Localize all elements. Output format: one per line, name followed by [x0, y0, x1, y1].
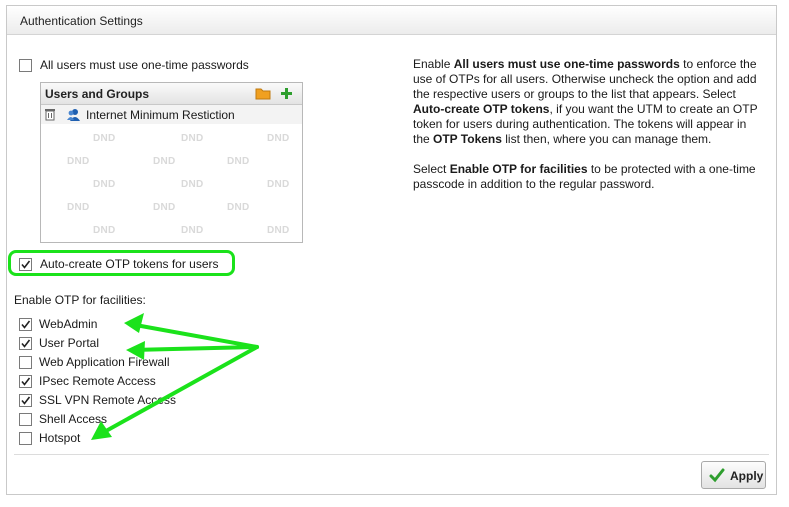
help-text: Enable All users must use one-time passw… [413, 57, 765, 207]
checkmark-icon [21, 320, 31, 329]
help-emphasis: Auto-create OTP tokens [413, 102, 550, 116]
help-text-run: Enable [413, 57, 454, 71]
plus-icon[interactable] [280, 87, 293, 100]
users-groups-box: Users and Groups Internet Minimum Restic… [40, 82, 303, 243]
facility-label: WebAdmin [39, 317, 98, 331]
facility-checkbox[interactable] [19, 432, 32, 445]
folder-icon[interactable] [255, 87, 271, 100]
dnd-placeholder: DND [67, 156, 90, 167]
dnd-placeholder: DND [181, 179, 204, 190]
help-paragraph: Enable All users must use one-time passw… [413, 57, 765, 147]
auto-create-otp-label[interactable]: Auto-create OTP tokens for users [40, 257, 219, 271]
apply-button[interactable]: Apply [701, 461, 766, 489]
facility-checkbox[interactable] [19, 337, 32, 350]
users-groups-header: Users and Groups [41, 83, 302, 105]
facility-label: User Portal [39, 336, 100, 350]
help-emphasis: Enable OTP for facilities [449, 162, 588, 176]
all-users-otp-label[interactable]: All users must use one-time passwords [40, 58, 249, 72]
help-text-run: list then, where you can manage them. [501, 132, 712, 146]
facility-checkbox[interactable] [19, 394, 32, 407]
facility-checkbox[interactable] [19, 318, 32, 331]
facilities-heading: Enable OTP for facilities: [14, 293, 146, 307]
help-emphasis: All users must use one-time passwords [453, 57, 680, 71]
dnd-placeholder: DND [93, 133, 116, 144]
dnd-placeholder: DND [153, 156, 176, 167]
dnd-placeholder: DND [267, 133, 290, 144]
help-emphasis: OTP Tokens [433, 132, 502, 146]
dnd-placeholder: DND [267, 225, 290, 236]
dnd-placeholder: DND [227, 202, 250, 213]
divider [14, 454, 769, 455]
trash-icon[interactable] [45, 108, 55, 121]
checkmark-icon [709, 468, 725, 483]
facility-label: Web Application Firewall [39, 355, 170, 369]
dnd-placeholder: DND [267, 179, 290, 190]
apply-button-label: Apply [730, 469, 764, 483]
facility-label: SSL VPN Remote Access [39, 393, 176, 407]
dnd-placeholder: DND [153, 202, 176, 213]
users-groups-title: Users and Groups [45, 87, 150, 101]
user-group-icon [67, 109, 80, 121]
facility-checkbox[interactable] [19, 413, 32, 426]
dnd-placeholder: DND [93, 179, 116, 190]
facility-label: Hotspot [39, 431, 81, 445]
facility-label: IPsec Remote Access [39, 374, 156, 388]
checkmark-icon [21, 377, 31, 386]
users-groups-entry-name: Internet Minimum Restiction [86, 108, 235, 122]
dnd-placeholder: DND [181, 225, 204, 236]
dnd-placeholder: DND [93, 225, 116, 236]
dnd-placeholder: DND [227, 156, 250, 167]
panel-header: Authentication Settings [7, 6, 776, 35]
panel-title: Authentication Settings [20, 14, 143, 28]
users-groups-entry[interactable]: Internet Minimum Restiction [41, 105, 302, 124]
dnd-placeholder: DND [67, 202, 90, 213]
help-text-run: Select [413, 162, 450, 176]
facility-checkbox[interactable] [19, 356, 32, 369]
facility-label: Shell Access [39, 412, 108, 426]
help-paragraph: Select Enable OTP for facilities to be p… [413, 162, 765, 192]
checkmark-icon [21, 260, 31, 269]
all-users-otp-checkbox[interactable] [19, 59, 32, 72]
checkmark-icon [21, 396, 31, 405]
checkmark-icon [21, 339, 31, 348]
dnd-placeholder: DND [181, 133, 204, 144]
auto-create-otp-checkbox[interactable] [19, 258, 32, 271]
facility-checkbox[interactable] [19, 375, 32, 388]
